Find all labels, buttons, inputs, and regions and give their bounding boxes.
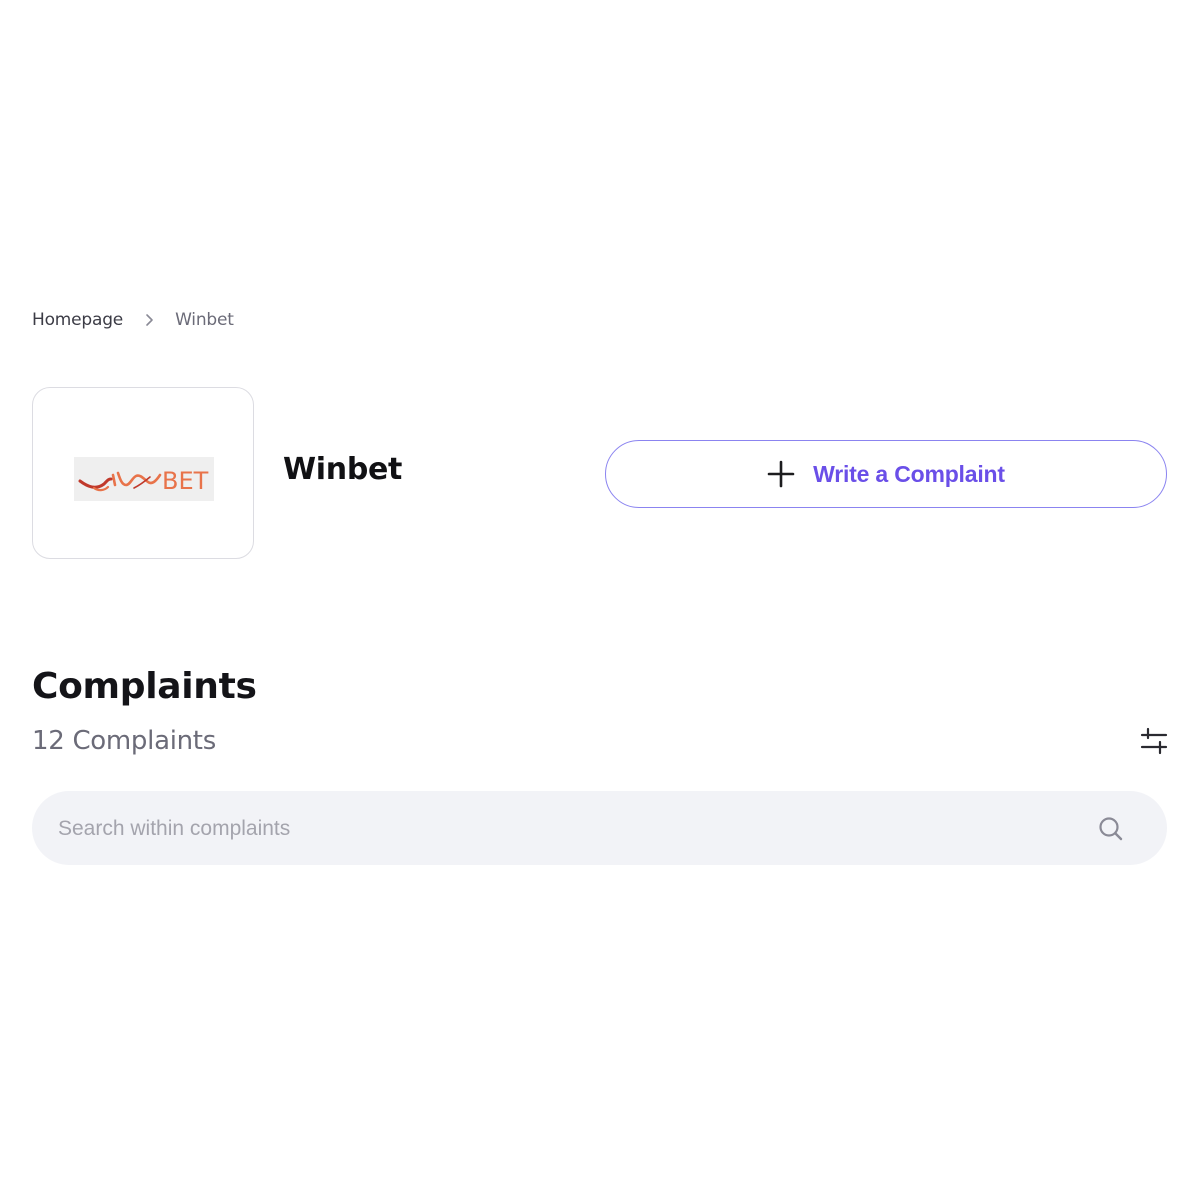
- search-input[interactable]: [56, 791, 1080, 867]
- logo-bet-text: BET: [162, 467, 209, 495]
- complaints-section-title: Complaints: [32, 666, 257, 707]
- breadcrumb-home-link[interactable]: Homepage: [32, 310, 123, 330]
- breadcrumb-current: Winbet: [175, 310, 234, 330]
- search-icon[interactable]: [1096, 814, 1126, 844]
- company-name: Winbet: [283, 452, 403, 487]
- filter-sliders-icon: [1139, 727, 1169, 760]
- complaint-count: 12 Complaints: [32, 726, 216, 756]
- search-bar: [32, 791, 1167, 867]
- company-logo-card[interactable]: BET: [32, 387, 254, 559]
- plus-icon: [767, 460, 795, 488]
- write-complaint-label: Write a Complaint: [813, 460, 1005, 487]
- filter-button[interactable]: [1139, 726, 1169, 756]
- breadcrumb: Homepage Winbet: [32, 308, 234, 332]
- company-logo: BET: [74, 457, 214, 501]
- chevron-right-icon: [123, 313, 175, 327]
- write-complaint-button[interactable]: Write a Complaint: [605, 440, 1167, 508]
